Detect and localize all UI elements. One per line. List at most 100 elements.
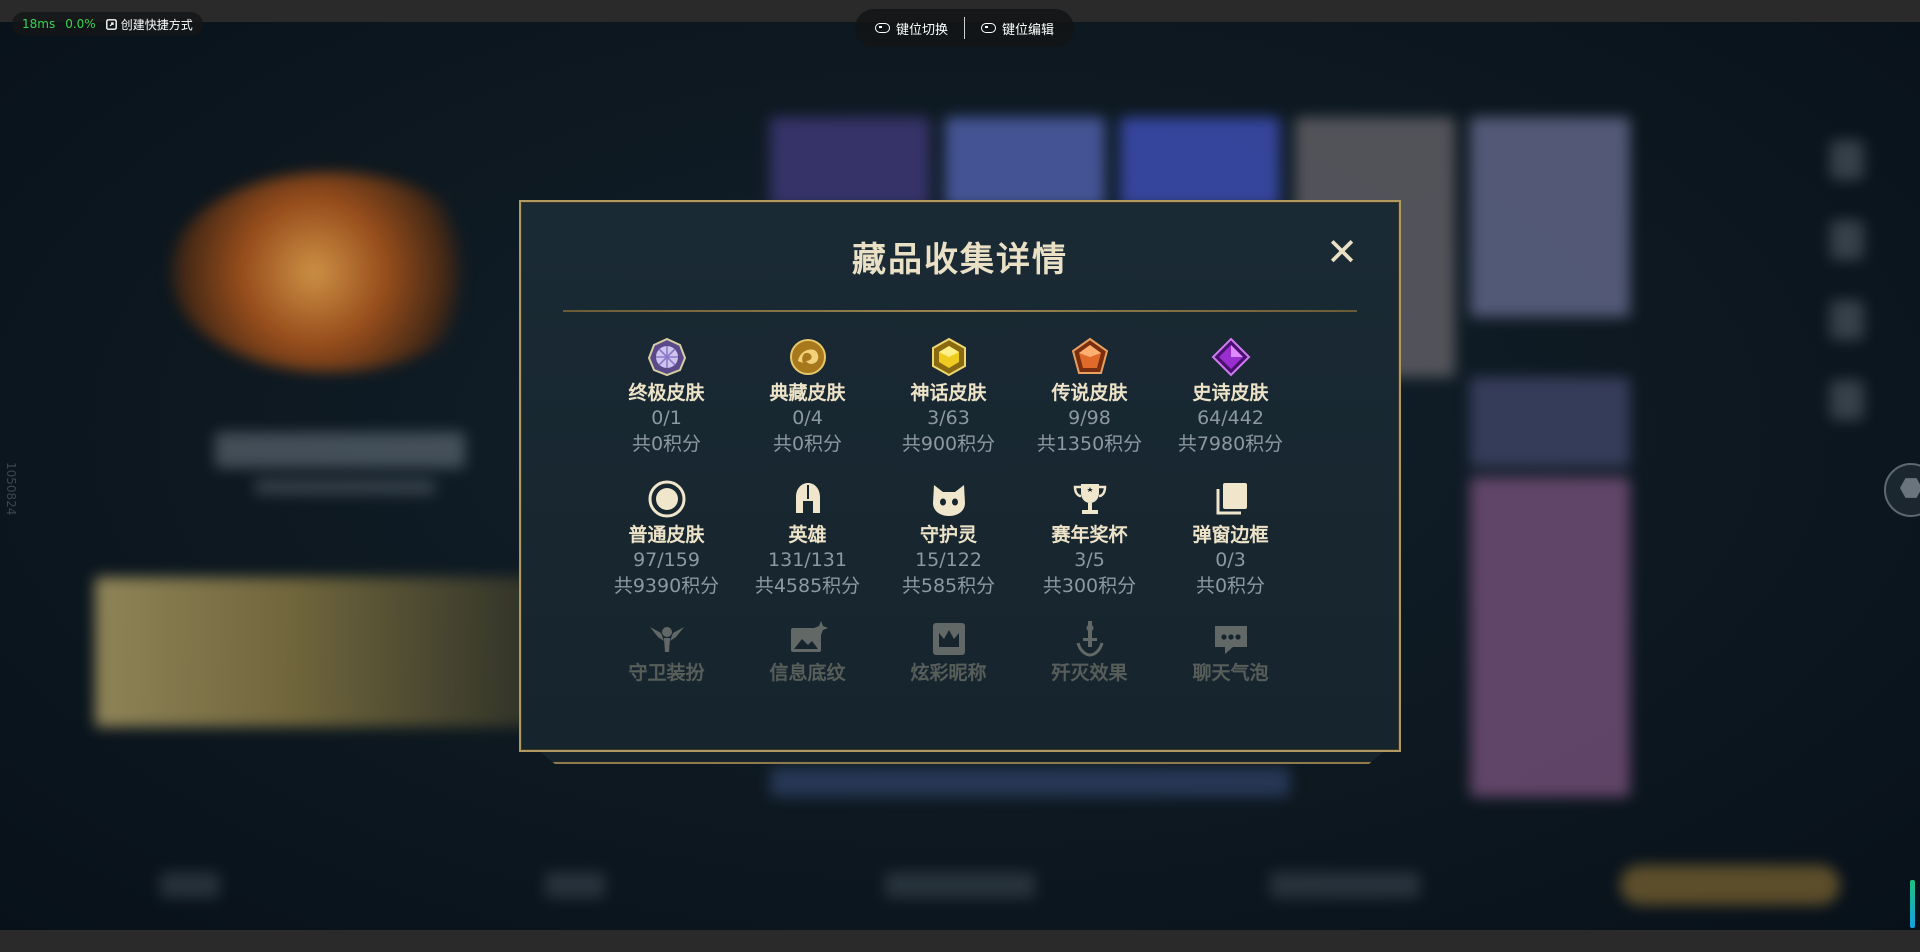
- bottom-nav-item: [160, 872, 220, 898]
- player-name-plate: [215, 432, 465, 468]
- item-name: 守卫装扮: [628, 662, 705, 684]
- collection-item-hero[interactable]: 英雄 131/131 共4585积分: [737, 479, 878, 599]
- item-points: 共0积分: [1195, 575, 1266, 597]
- create-shortcut-label: 创建快捷方式: [120, 17, 193, 32]
- item-points: 共0积分: [772, 433, 843, 455]
- collection-item-kill-effect[interactable]: 歼灭效果: [1019, 619, 1160, 685]
- latency-readout: 18ms: [22, 17, 56, 31]
- crown-badge-icon: [932, 623, 965, 655]
- trophy-icon: [1073, 484, 1106, 514]
- item-count: 97/159: [633, 549, 700, 571]
- sword-icon: [1076, 621, 1103, 657]
- item-name: 普通皮肤: [628, 524, 705, 546]
- item-count: 15/122: [915, 549, 982, 571]
- bottom-nav-item: [1270, 872, 1420, 898]
- item-count: 0/4: [792, 407, 823, 429]
- item-count: 64/442: [1197, 407, 1264, 429]
- scroll-indicator: [1910, 880, 1915, 928]
- create-shortcut-button[interactable]: 创建快捷方式: [105, 16, 193, 33]
- bottom-nav-item: [885, 872, 1035, 898]
- image-sparkle-icon: [790, 621, 828, 652]
- collection-item-season-trophy[interactable]: 赛年奖杯 3/5 共300积分: [1019, 479, 1160, 599]
- item-name: 传说皮肤: [1051, 382, 1128, 404]
- cat-face-icon: [932, 485, 965, 516]
- circle-icon: [648, 480, 685, 518]
- item-name: 终极皮肤: [628, 382, 705, 404]
- keymap-switch-button[interactable]: 键位切换: [867, 19, 956, 38]
- item-points: 共1350积分: [1036, 433, 1143, 455]
- keymap-edit-label: 键位编辑: [1002, 22, 1055, 38]
- collection-grid: 终极皮肤 0/1 共0积分 典藏皮肤 0/4 共0积分 神话皮肤 3/63 共9…: [596, 337, 1301, 707]
- ward-icon: [649, 627, 684, 652]
- item-name: 英雄: [788, 524, 827, 546]
- item-name: 歼灭效果: [1051, 662, 1128, 684]
- toolbar-separator: [964, 17, 966, 39]
- showcase-tile: [1470, 377, 1630, 467]
- collection-item-collector-skin[interactable]: 典藏皮肤 0/4 共0积分: [737, 337, 878, 457]
- ultimate-gem-icon: [647, 337, 686, 377]
- collection-item-info-background[interactable]: 信息底纹: [737, 619, 878, 685]
- item-name: 信息底纹: [769, 662, 846, 684]
- item-count: 0/3: [1215, 549, 1246, 571]
- collection-item-legendary-skin[interactable]: 传说皮肤 9/98 共1350积分: [1019, 337, 1160, 457]
- item-name: 史诗皮肤: [1192, 382, 1269, 404]
- chat-bubble-icon: [1214, 626, 1247, 654]
- item-points: 共900积分: [901, 433, 996, 455]
- collection-row: 普通皮肤 97/159 共9390积分 英雄 131/131 共4585积分 守…: [596, 479, 1301, 599]
- collection-details-modal: 藏品收集详情 ✕ 终极皮肤 0/1 共0积分 典藏皮肤 0/4 共0积分 神话皮…: [519, 200, 1401, 752]
- item-points: 共300积分: [1042, 575, 1137, 597]
- stacked-cards-icon: [1216, 483, 1247, 515]
- collection-item-ultimate-skin[interactable]: 终极皮肤 0/1 共0积分: [596, 337, 737, 457]
- profile-card: [95, 577, 535, 727]
- keymap-edit-button[interactable]: 键位编辑: [973, 19, 1062, 38]
- keymap-toolbar: 键位切换 键位编辑: [855, 9, 1075, 47]
- rank-emblem: [170, 172, 490, 372]
- item-points: 共0积分: [631, 433, 702, 455]
- title-divider: [563, 310, 1357, 312]
- side-menu-button: [1830, 300, 1864, 340]
- player-subtitle: [255, 480, 435, 494]
- item-points: 共4585积分: [754, 575, 861, 597]
- item-count: 131/131: [768, 549, 847, 571]
- item-name: 弹窗边框: [1192, 524, 1269, 546]
- collection-item-chat-bubble[interactable]: 聊天气泡: [1160, 619, 1301, 685]
- collection-row: 守卫装扮 信息底纹 炫彩昵称 歼灭效果 聊天气泡: [596, 619, 1301, 685]
- collection-item-colorful-nickname[interactable]: 炫彩昵称: [878, 619, 1019, 685]
- close-button[interactable]: ✕: [1325, 233, 1359, 271]
- side-menu-button: [1830, 380, 1864, 420]
- item-count: 3/5: [1074, 549, 1105, 571]
- item-points: 共585积分: [901, 575, 996, 597]
- item-name: 守护灵: [919, 524, 977, 546]
- collection-item-mythic-skin[interactable]: 神话皮肤 3/63 共900积分: [878, 337, 1019, 457]
- item-count: 0/1: [651, 407, 682, 429]
- collection-item-popup-frame[interactable]: 弹窗边框 0/3 共0积分: [1160, 479, 1301, 599]
- gamepad-icon: [875, 23, 890, 33]
- item-name: 聊天气泡: [1192, 662, 1269, 684]
- item-name: 典藏皮肤: [769, 382, 846, 404]
- collection-item-normal-skin[interactable]: 普通皮肤 97/159 共9390积分: [596, 479, 737, 599]
- showcase-tile: [770, 767, 1290, 797]
- performance-hud: 18ms 0.0% 创建快捷方式: [12, 12, 203, 36]
- helmet-icon: [795, 483, 820, 513]
- showcase-tile: [1470, 117, 1630, 317]
- showcase-tile: [945, 117, 1105, 207]
- item-count: 3/63: [927, 407, 970, 429]
- gamepad-icon: [981, 23, 997, 33]
- collection-item-guardian-spirit[interactable]: 守护灵 15/122 共585积分: [878, 479, 1019, 599]
- collection-item-epic-skin[interactable]: 史诗皮肤 64/442 共7980积分: [1160, 337, 1301, 457]
- epic-gem-icon: [1211, 337, 1250, 377]
- shortcut-icon: [105, 18, 117, 30]
- packet-loss-readout: 0.0%: [65, 17, 96, 31]
- dragon-emblem-icon: [789, 339, 826, 375]
- side-menu-button: [1830, 220, 1864, 260]
- side-menu-button: [1830, 140, 1864, 180]
- mythic-gem-icon: [931, 337, 966, 377]
- keymap-switch-label: 键位切换: [896, 22, 949, 38]
- bottom-nav-item: [545, 872, 605, 898]
- collection-item-ward-skin[interactable]: 守卫装扮: [596, 619, 737, 685]
- hexagon-icon: [1900, 478, 1920, 498]
- collection-row: 终极皮肤 0/1 共0积分 典藏皮肤 0/4 共0积分 神话皮肤 3/63 共9…: [596, 337, 1301, 457]
- bottom-gold-button: [1620, 865, 1840, 905]
- item-count: 9/98: [1068, 407, 1111, 429]
- item-points: 共9390积分: [613, 575, 720, 597]
